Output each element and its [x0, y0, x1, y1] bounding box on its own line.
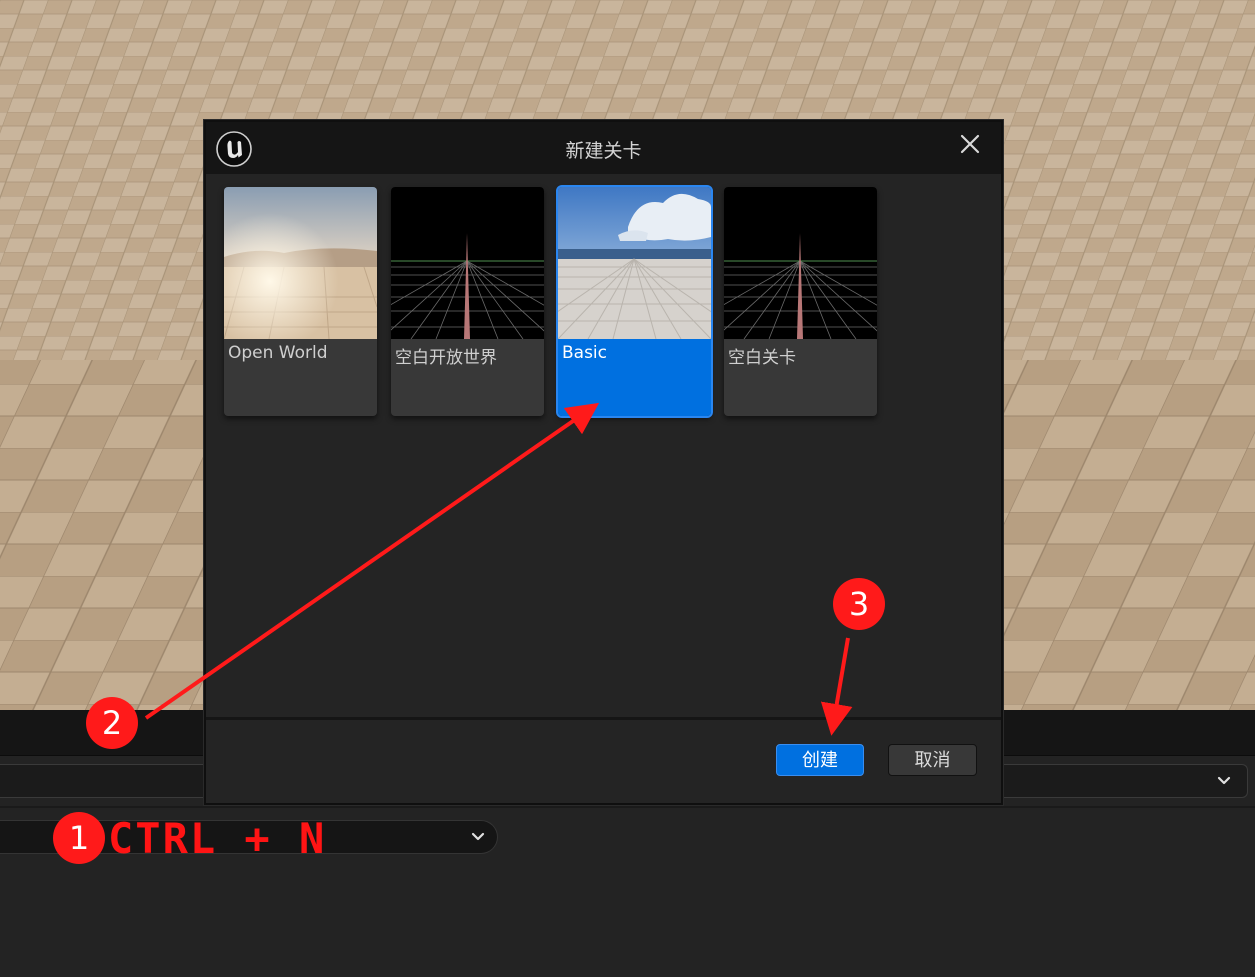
panel-divider	[0, 806, 1255, 808]
new-level-dialog: 新建关卡 Open World 空白开放世界 Basic 空白关卡 创建 取消	[204, 120, 1003, 805]
template-tile-empty-open-world[interactable]: 空白开放世界	[391, 187, 544, 416]
open-world-thumbnail	[224, 187, 377, 339]
black-grid-thumbnail	[724, 187, 877, 339]
template-label: Open World	[228, 343, 328, 363]
dialog-titlebar[interactable]: 新建关卡	[206, 122, 1001, 174]
template-tile-empty-level[interactable]: 空白关卡	[724, 187, 877, 416]
dialog-title: 新建关卡	[565, 140, 642, 162]
template-label: 空白关卡	[728, 348, 796, 368]
chevron-down-icon[interactable]	[1215, 772, 1233, 790]
template-grid: Open World 空白开放世界 Basic 空白关卡	[206, 174, 1001, 718]
template-tile-open-world[interactable]: Open World	[224, 187, 377, 416]
cancel-button[interactable]: 取消	[888, 744, 977, 776]
template-tile-basic[interactable]: Basic	[556, 185, 713, 418]
basic-thumbnail	[558, 187, 711, 339]
close-icon[interactable]	[956, 130, 984, 158]
command-dropdown[interactable]	[0, 820, 498, 854]
template-label: Basic	[562, 343, 608, 363]
create-button[interactable]: 创建	[776, 744, 864, 776]
template-label: 空白开放世界	[395, 348, 497, 368]
black-grid-thumbnail	[391, 187, 544, 339]
dialog-footer: 创建 取消	[206, 720, 1001, 803]
chevron-down-icon[interactable]	[469, 828, 487, 846]
